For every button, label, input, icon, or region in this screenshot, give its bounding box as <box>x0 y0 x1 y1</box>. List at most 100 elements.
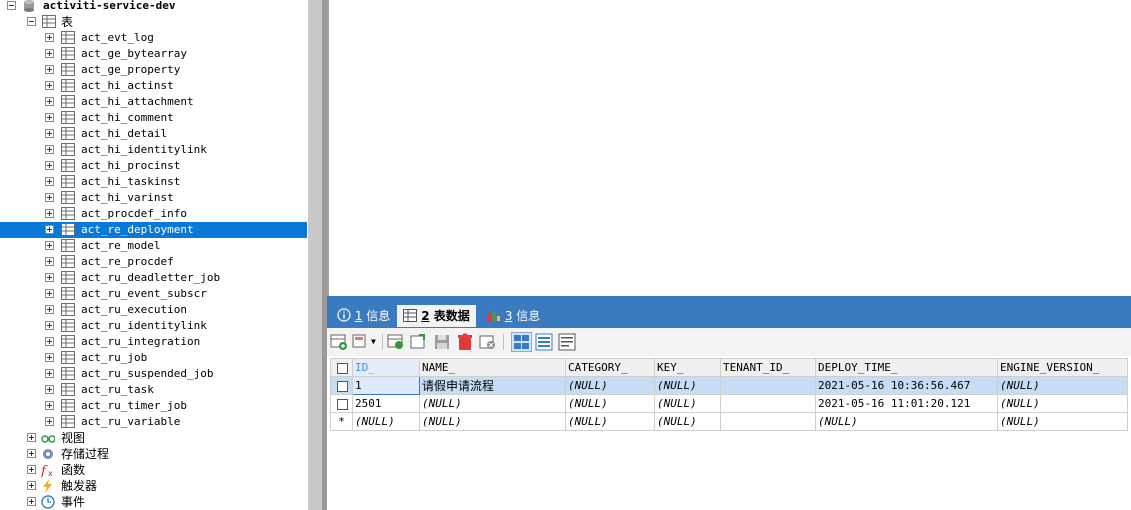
grid-cell[interactable] <box>720 394 816 413</box>
expand-toggle[interactable] <box>45 257 54 266</box>
column-header[interactable]: ENGINE_VERSION_ <box>997 358 1128 377</box>
tree-table-item[interactable]: act_ru_timer_job <box>0 398 307 414</box>
grid-cell[interactable]: 1 <box>352 376 420 395</box>
tab-info-1[interactable]: 1 信息 <box>331 305 396 327</box>
grid-cell[interactable]: (NULL) <box>654 376 721 395</box>
expand-toggle[interactable] <box>45 225 54 234</box>
tree-table-item[interactable]: act_hi_actinst <box>0 78 307 94</box>
insert-row-icon[interactable] <box>330 333 348 351</box>
expand-toggle[interactable] <box>45 369 54 378</box>
tree-table-item[interactable]: act_hi_attachment <box>0 94 307 110</box>
tree-table-item[interactable]: act_ru_variable <box>0 414 307 430</box>
save-icon[interactable] <box>433 333 451 351</box>
tree-table-item[interactable]: act_evt_log <box>0 30 307 46</box>
grid-cell[interactable]: (NULL) <box>997 376 1128 395</box>
tab-info-3[interactable]: 3 信息 <box>481 305 546 327</box>
new-row[interactable]: * (NULL) (NULL) (NULL) (NULL) (NULL) (NU… <box>330 412 1128 431</box>
tree-table-item[interactable]: act_hi_identitylink <box>0 142 307 158</box>
expand-toggle[interactable] <box>45 81 54 90</box>
refresh-icon[interactable] <box>410 333 428 351</box>
grid-cell[interactable]: (NULL) <box>815 412 998 431</box>
grid-cell[interactable] <box>720 412 816 431</box>
tree-table-item[interactable]: act_ru_deadletter_job <box>0 270 307 286</box>
grid-cell[interactable]: (NULL) <box>654 412 721 431</box>
expand-toggle[interactable] <box>27 481 36 490</box>
grid-cell[interactable]: (NULL) <box>654 394 721 413</box>
grid-cell[interactable]: (NULL) <box>352 412 420 431</box>
object-tree[interactable]: activiti-service-dev 表 act_evt_log act_ge… <box>0 0 307 510</box>
grid-cell[interactable]: 请假申请流程 <box>419 376 566 395</box>
expand-toggle[interactable] <box>45 321 54 330</box>
select-all-checkbox[interactable] <box>337 362 348 374</box>
tree-table-item[interactable]: act_ru_suspended_job <box>0 366 307 382</box>
tree-node[interactable]: f x 函数 <box>0 462 307 478</box>
grid-cell[interactable]: (NULL) <box>565 412 655 431</box>
tree-table-item[interactable]: act_hi_comment <box>0 110 307 126</box>
tree-table-item[interactable]: act_hi_taskinst <box>0 174 307 190</box>
tree-table-item[interactable]: act_ru_job <box>0 350 307 366</box>
tree-table-item[interactable]: act_re_model <box>0 238 307 254</box>
grid-cell[interactable]: (NULL) <box>565 376 655 395</box>
column-header[interactable]: NAME_ <box>419 358 566 377</box>
grid-cell[interactable]: 2021-05-16 11:01:20.121 <box>815 394 998 413</box>
tree-table-item[interactable]: act_procdef_info <box>0 206 307 222</box>
form-view-icon[interactable] <box>535 333 553 351</box>
grid-view-icon[interactable] <box>511 332 532 352</box>
row-checkbox[interactable] <box>337 380 348 392</box>
text-view-icon[interactable] <box>558 333 576 351</box>
expand-toggle[interactable] <box>27 449 36 458</box>
grid-cell[interactable]: 2501 <box>352 394 420 413</box>
expand-toggle[interactable] <box>45 241 54 250</box>
expand-toggle[interactable] <box>45 401 54 410</box>
tree-table-item[interactable]: act_hi_varinst <box>0 190 307 206</box>
expand-toggle[interactable] <box>45 177 54 186</box>
expand-toggle[interactable] <box>45 145 54 154</box>
collapse-toggle[interactable] <box>7 1 16 10</box>
expand-toggle[interactable] <box>45 129 54 138</box>
grid-cell[interactable]: (NULL) <box>997 394 1128 413</box>
query-editor-area[interactable] <box>327 0 1131 296</box>
expand-toggle[interactable] <box>45 273 54 282</box>
tree-table-item[interactable]: act_ru_task <box>0 382 307 398</box>
column-header[interactable]: DEPLOY_TIME_ <box>815 358 998 377</box>
cancel-edit-icon[interactable] <box>479 333 497 351</box>
tab-table-data[interactable]: 2 表数据 <box>397 305 476 327</box>
row-select-cell[interactable] <box>330 394 353 413</box>
tree-tables-node[interactable]: 表 <box>0 14 307 30</box>
column-header[interactable]: ID_ <box>352 358 420 377</box>
column-header[interactable]: KEY_ <box>654 358 721 377</box>
expand-toggle[interactable] <box>45 161 54 170</box>
grid-cell[interactable]: (NULL) <box>419 412 566 431</box>
select-all-header[interactable] <box>330 358 353 377</box>
expand-toggle[interactable] <box>45 337 54 346</box>
tree-table-item[interactable]: act_re_procdef <box>0 254 307 270</box>
expand-toggle[interactable] <box>45 209 54 218</box>
tree-table-item[interactable]: act_ru_event_subscr <box>0 286 307 302</box>
expand-toggle[interactable] <box>45 353 54 362</box>
tree-db-node[interactable]: activiti-service-dev <box>0 0 307 14</box>
expand-toggle[interactable] <box>45 305 54 314</box>
grid-cell[interactable]: (NULL) <box>565 394 655 413</box>
tree-table-item[interactable]: act_ru_integration <box>0 334 307 350</box>
chevron-down-icon[interactable]: ▼ <box>371 337 376 346</box>
collapse-toggle[interactable] <box>27 17 36 26</box>
grid-cell[interactable]: 2021-05-16 10:36:56.467 <box>815 376 998 395</box>
expand-toggle[interactable] <box>45 65 54 74</box>
expand-toggle[interactable] <box>45 113 54 122</box>
tree-node[interactable]: 触发器 <box>0 478 307 494</box>
expand-toggle[interactable] <box>27 465 36 474</box>
row-select-cell[interactable] <box>330 376 353 395</box>
expand-toggle[interactable] <box>45 97 54 106</box>
table-row[interactable]: 2501 (NULL) (NULL) (NULL) 2021-05-16 11:… <box>330 394 1128 413</box>
table-row[interactable]: 1 请假申请流程 (NULL) (NULL) 2021-05-16 10:36:… <box>330 376 1128 395</box>
expand-toggle[interactable] <box>27 497 36 506</box>
grid-cell[interactable]: (NULL) <box>419 394 566 413</box>
expand-toggle[interactable] <box>45 193 54 202</box>
expand-toggle[interactable] <box>45 49 54 58</box>
tree-table-item[interactable]: act_ru_execution <box>0 302 307 318</box>
tree-table-item[interactable]: act_ge_bytearray <box>0 46 307 62</box>
expand-toggle[interactable] <box>45 417 54 426</box>
column-header[interactable]: CATEGORY_ <box>565 358 655 377</box>
tree-table-item[interactable]: act_ge_property <box>0 62 307 78</box>
expand-toggle[interactable] <box>45 385 54 394</box>
